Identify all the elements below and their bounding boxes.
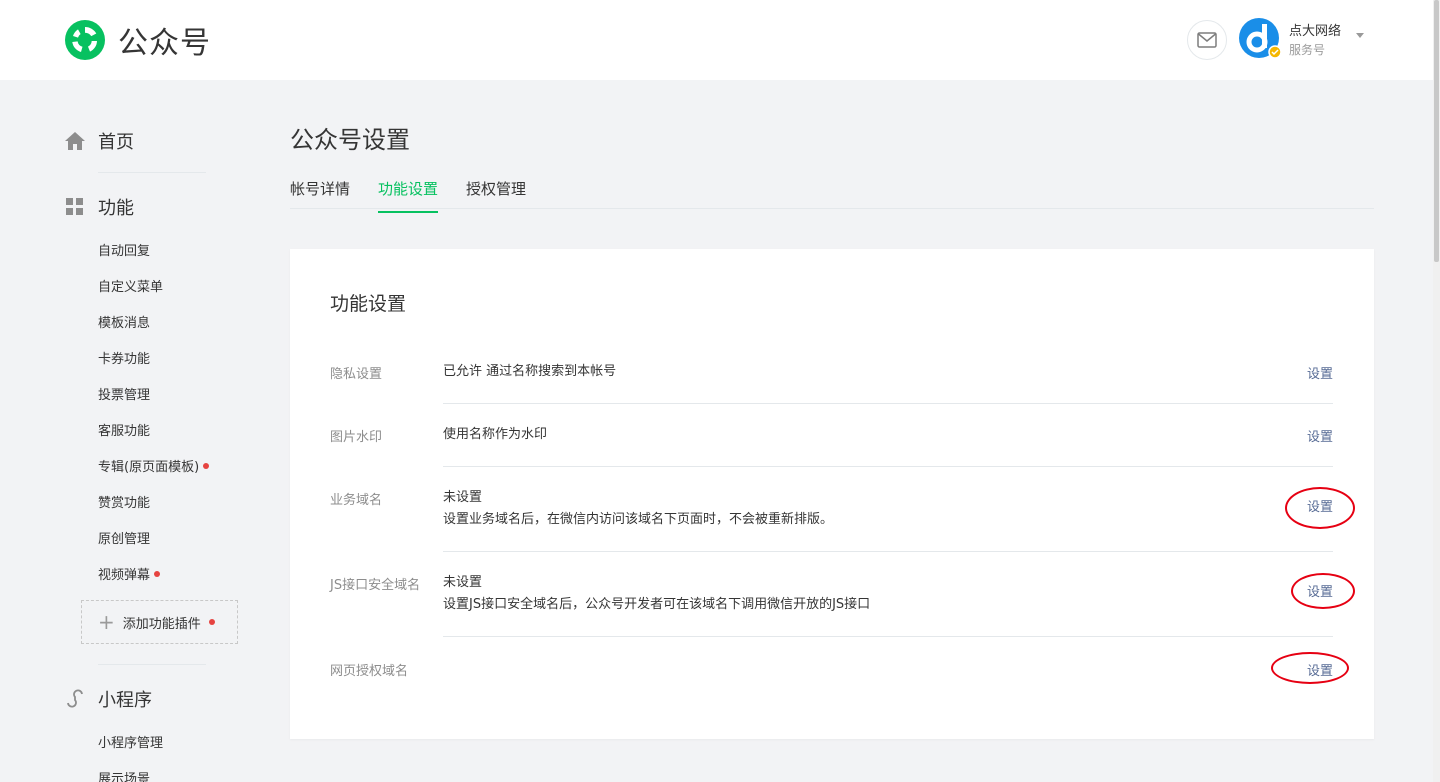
sidebar-item-label: 赞赏功能: [98, 496, 151, 511]
sidebar-item-customer-service[interactable]: 客服功能: [98, 420, 150, 439]
mail-button[interactable]: [1187, 20, 1227, 60]
brand-name: 公众号: [118, 26, 211, 61]
row-value: 使用名称作为水印: [443, 427, 548, 442]
divider: [98, 664, 206, 665]
tab-bar: 帐号详情 功能设置 授权管理: [290, 168, 1374, 213]
sidebar-item-album[interactable]: 专辑(原页面模板): [98, 456, 210, 475]
row-description: 设置JS接口安全域名后，公众号开发者可在该域名下调用微信开放的JS接口: [443, 597, 871, 612]
top-bar: 公众号 点大网络 服务号: [0, 0, 1433, 80]
sidebar-item-label: 投票管理: [98, 388, 151, 403]
plus-icon: +: [98, 610, 115, 634]
home-icon: [65, 132, 85, 150]
divider: [443, 466, 1333, 467]
sidebar-item-reward[interactable]: 赞赏功能: [98, 492, 150, 511]
highlight-annotation: [1291, 573, 1355, 609]
sidebar-item-label: 首页: [98, 132, 134, 153]
settings-card: 功能设置 隐私设置 已允许 通过名称搜索到本帐号 设置 图片水印 使用名称作为水…: [290, 249, 1374, 739]
tab-function-settings[interactable]: 功能设置: [378, 178, 439, 213]
sidebar-item-vote[interactable]: 投票管理: [98, 384, 150, 403]
sidebar-item-label: 小程序管理: [98, 736, 164, 751]
sidebar-section-function[interactable]: 功能: [64, 194, 134, 220]
sidebar-item-label: 模板消息: [98, 316, 151, 331]
row-label: 网页授权域名: [330, 664, 409, 679]
sidebar-item-label: 客服功能: [98, 424, 151, 439]
settings-row-oauth-domain: 网页授权域名 设置: [330, 652, 1349, 688]
page-title: 公众号设置: [290, 126, 410, 154]
settings-row-privacy: 隐私设置 已允许 通过名称搜索到本帐号 设置: [330, 361, 1333, 404]
settings-row-business-domain: 业务域名 未设置 设置业务域名后，在微信内访问该域名下页面时，不会被重新排版。 …: [330, 487, 1355, 552]
add-plugin-label: 添加功能插件: [122, 616, 201, 632]
account-type: 服务号: [1289, 43, 1326, 57]
grid-icon: [66, 198, 83, 215]
account-name[interactable]: 点大网络: [1289, 20, 1341, 39]
wechat-official-logo-icon: [65, 20, 105, 60]
sidebar-item-mini-program-manage[interactable]: 小程序管理: [98, 732, 163, 751]
sidebar-item-label: 自定义菜单: [98, 280, 164, 295]
row-value: 已允许 通过名称搜索到本帐号: [443, 364, 617, 379]
sidebar-section-label: 功能: [98, 198, 134, 219]
divider: [443, 551, 1333, 552]
row-value: 未设置: [443, 490, 483, 505]
highlight-annotation: [1271, 652, 1349, 684]
tab-authorization[interactable]: 授权管理: [466, 178, 526, 211]
avatar[interactable]: [1238, 17, 1282, 61]
divider: [443, 636, 1333, 637]
account-avatar-icon: [1239, 18, 1282, 59]
tab-account-details[interactable]: 帐号详情: [290, 178, 350, 211]
sidebar: 首页 功能 自动回复 自定义菜单 模板消息 卡券功能 投票管理 客服功能 专辑(…: [0, 80, 260, 782]
sidebar-item-label: 视频弹幕: [98, 568, 151, 583]
settings-row-js-domain: JS接口安全域名 未设置 设置JS接口安全域名后，公众号开发者可在该域名下调用微…: [330, 572, 1355, 637]
sidebar-item-label: 展示场景: [98, 772, 151, 782]
sidebar-item-label: 原创管理: [98, 532, 151, 547]
privacy-settings-link[interactable]: 设置: [1307, 363, 1333, 382]
settings-row-watermark: 图片水印 使用名称作为水印 设置: [330, 424, 1333, 467]
row-label: 图片水印: [330, 430, 383, 445]
sidebar-item-template-message[interactable]: 模板消息: [98, 312, 150, 331]
sidebar-item-card-coupon[interactable]: 卡券功能: [98, 348, 150, 367]
add-plugin-button[interactable]: + 添加功能插件: [81, 600, 238, 644]
sidebar-item-display-scene[interactable]: 展示场景: [98, 768, 150, 782]
sidebar-item-auto-reply[interactable]: 自动回复: [98, 240, 150, 259]
sidebar-item-custom-menu[interactable]: 自定义菜单: [98, 276, 163, 295]
sidebar-item-label: 卡券功能: [98, 352, 151, 367]
sidebar-section-label: 小程序: [98, 690, 152, 711]
logo[interactable]: 公众号: [64, 18, 211, 62]
sidebar-item-original[interactable]: 原创管理: [98, 528, 150, 547]
sidebar-item-label: 专辑(原页面模板): [98, 460, 200, 475]
scrollbar-thumb[interactable]: [1434, 0, 1439, 262]
sidebar-item-video-danmaku[interactable]: 视频弹幕: [98, 564, 161, 583]
divider: [443, 403, 1333, 404]
sidebar-section-mini-program[interactable]: 小程序: [64, 686, 152, 712]
new-badge-dot: [203, 462, 210, 469]
row-value: 未设置: [443, 575, 483, 590]
new-badge-dot: [154, 570, 161, 577]
sidebar-item-home[interactable]: 首页: [64, 128, 134, 154]
mini-program-icon: [67, 689, 83, 708]
page-scrollbar[interactable]: [1433, 0, 1440, 782]
highlight-annotation: [1285, 487, 1355, 529]
row-label: JS接口安全域名: [330, 578, 421, 593]
row-label: 业务域名: [330, 493, 383, 508]
watermark-settings-link[interactable]: 设置: [1307, 426, 1333, 445]
chevron-down-icon[interactable]: [1356, 33, 1364, 38]
card-title: 功能设置: [330, 293, 407, 315]
sidebar-item-label: 自动回复: [98, 244, 151, 259]
divider: [98, 172, 206, 173]
mail-icon: [1197, 32, 1217, 48]
row-label: 隐私设置: [330, 367, 383, 382]
new-badge-dot: [208, 619, 215, 625]
row-description: 设置业务域名后，在微信内访问该域名下页面时，不会被重新排版。: [443, 512, 834, 527]
